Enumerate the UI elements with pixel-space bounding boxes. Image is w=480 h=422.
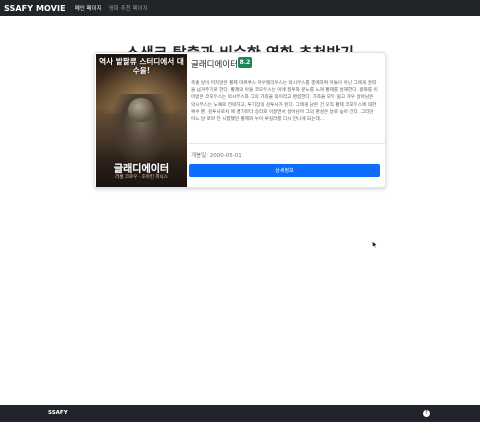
footer: SSAFY ↑ <box>0 405 480 422</box>
rating-badge: 8.2 <box>238 57 252 68</box>
movie-title: 글래디에이터 <box>191 60 238 70</box>
movie-overview: 축출 날이 머지않은 황제 마르쿠스 아우렐리우스는 막시무스를 총애하여 아들… <box>191 81 378 123</box>
detail-button[interactable]: 상세정보 <box>189 164 380 177</box>
nav-link-main[interactable]: 메인 페이지 <box>75 4 102 12</box>
nav-link-recommend[interactable]: 영화 추천 페이지 <box>109 4 148 12</box>
poster-helmet <box>128 98 154 122</box>
poster-subtitle: 러셀 크로우 · 호아킨 피닉스 <box>115 175 168 180</box>
movie-card: 역사 밭팔류 스터디에서 대수을! 글래디에이터 러셀 크로우 · 호아킨 피닉… <box>94 52 386 188</box>
footer-brand: SSAFY <box>48 410 68 416</box>
arrow-up-icon[interactable]: ↑ <box>423 410 430 417</box>
poster-title: 글래디에이터 <box>113 164 170 175</box>
card-divider <box>189 143 385 144</box>
movie-poster[interactable]: 역사 밭팔류 스터디에서 대수을! 글래디에이터 러셀 크로우 · 호아킨 피닉… <box>96 54 187 187</box>
release-date: 개봉일: 2000-05-01 <box>191 153 242 159</box>
brand-logo[interactable]: SSAFY MOVIE <box>4 4 66 13</box>
poster-tagline: 역사 밭팔류 스터디에서 대수을! <box>99 57 184 75</box>
top-navbar: SSAFY MOVIE 메인 페이지 영화 추천 페이지 <box>0 0 480 16</box>
mouse-cursor-icon <box>372 241 378 248</box>
